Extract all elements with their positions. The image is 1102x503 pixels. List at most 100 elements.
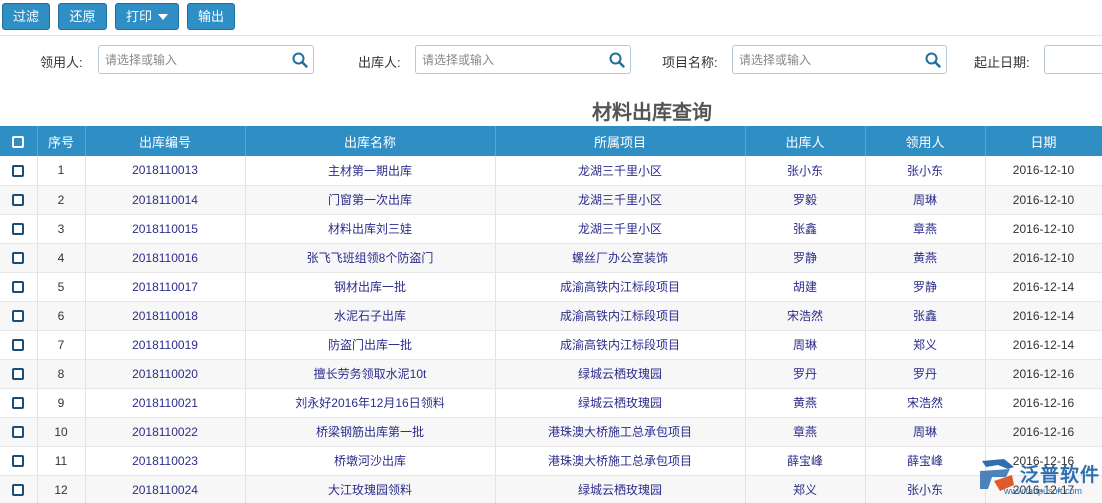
search-icon[interactable] [608, 51, 626, 69]
row-code-link[interactable]: 2018110016 [85, 243, 246, 273]
row-checkbox[interactable] [12, 281, 25, 294]
row-recipient-link[interactable]: 郑义 [865, 330, 986, 360]
row-issuer-link[interactable]: 薛宝峰 [745, 446, 866, 476]
header-name[interactable]: 出库名称 [245, 126, 496, 156]
row-checkbox[interactable] [12, 426, 25, 439]
row-select-cell[interactable] [0, 301, 38, 331]
row-select-cell[interactable] [0, 185, 38, 215]
row-checkbox[interactable] [12, 339, 25, 352]
row-name-link[interactable]: 刘永好2016年12月16日领料 [245, 388, 496, 418]
row-code-link[interactable]: 2018110022 [85, 417, 246, 447]
row-recipient-link[interactable]: 周琳 [865, 417, 986, 447]
table-row[interactable]: 11 2018110023 桥墩河沙出库 港珠澳大桥施工总承包项目 薛宝峰 薛宝峰 2016… [0, 446, 1102, 476]
row-issuer-link[interactable]: 宋浩然 [745, 301, 866, 331]
row-name-link[interactable]: 钢材出库一批 [245, 272, 496, 302]
row-issuer-link[interactable]: 罗丹 [745, 359, 866, 389]
row-checkbox[interactable] [12, 223, 25, 236]
table-row[interactable]: 5 2018110017 钢材出库一批 成渝高铁内江标段项目 胡建 罗静 2016-12-1… [0, 272, 1102, 302]
header-project[interactable]: 所属项目 [495, 126, 746, 156]
reset-button[interactable]: 还原 [58, 3, 107, 30]
project-input[interactable] [739, 50, 919, 69]
row-issuer-link[interactable]: 黄燕 [745, 388, 866, 418]
table-row[interactable]: 1 2018110013 主材第一期出库 龙湖三千里小区 张小东 张小东 2016-12-1… [0, 156, 1102, 186]
row-issuer-link[interactable]: 周琳 [745, 330, 866, 360]
row-code-link[interactable]: 2018110019 [85, 330, 246, 360]
row-name-link[interactable]: 主材第一期出库 [245, 156, 496, 186]
row-name-link[interactable]: 大江玫瑰园领料 [245, 475, 496, 503]
row-recipient-link[interactable]: 张小东 [865, 156, 986, 186]
row-project-link[interactable]: 龙湖三千里小区 [495, 214, 746, 244]
row-code-link[interactable]: 2018110015 [85, 214, 246, 244]
row-project-link[interactable]: 绿城云栖玫瑰园 [495, 475, 746, 503]
row-select-cell[interactable] [0, 446, 38, 476]
row-checkbox[interactable] [12, 165, 25, 178]
row-code-link[interactable]: 2018110024 [85, 475, 246, 503]
row-name-link[interactable]: 门窗第一次出库 [245, 185, 496, 215]
row-recipient-link[interactable]: 张小东 [865, 475, 986, 503]
row-project-link[interactable]: 绿城云栖玫瑰园 [495, 388, 746, 418]
row-project-link[interactable]: 成渝高铁内江标段项目 [495, 301, 746, 331]
row-project-link[interactable]: 龙湖三千里小区 [495, 185, 746, 215]
row-issuer-link[interactable]: 罗毅 [745, 185, 866, 215]
filter-button[interactable]: 过滤 [2, 3, 50, 30]
table-row[interactable]: 7 2018110019 防盗门出库一批 成渝高铁内江标段项目 周琳 郑义 2016-12-… [0, 330, 1102, 360]
recipient-field[interactable] [98, 45, 314, 74]
row-select-cell[interactable] [0, 272, 38, 302]
row-checkbox[interactable] [12, 484, 25, 497]
row-name-link[interactable]: 擅长劳务领取水泥10t [245, 359, 496, 389]
select-all-cell[interactable] [0, 126, 38, 156]
row-checkbox[interactable] [12, 455, 25, 468]
row-checkbox[interactable] [12, 368, 25, 381]
row-name-link[interactable]: 材料出库刘三娃 [245, 214, 496, 244]
row-select-cell[interactable] [0, 243, 38, 273]
row-issuer-link[interactable]: 胡建 [745, 272, 866, 302]
row-project-link[interactable]: 绿城云栖玫瑰园 [495, 359, 746, 389]
row-select-cell[interactable] [0, 330, 38, 360]
row-recipient-link[interactable]: 张鑫 [865, 301, 986, 331]
header-seq[interactable]: 序号 [37, 126, 86, 156]
row-issuer-link[interactable]: 张鑫 [745, 214, 866, 244]
table-row[interactable]: 12 2018110024 大江玫瑰园领料 绿城云栖玫瑰园 郑义 张小东 2016-12-1… [0, 475, 1102, 503]
row-recipient-link[interactable]: 宋浩然 [865, 388, 986, 418]
issuer-field[interactable] [415, 45, 631, 74]
print-button[interactable]: 打印 [115, 3, 179, 30]
row-select-cell[interactable] [0, 475, 38, 503]
row-project-link[interactable]: 龙湖三千里小区 [495, 156, 746, 186]
row-select-cell[interactable] [0, 214, 38, 244]
row-project-link[interactable]: 成渝高铁内江标段项目 [495, 272, 746, 302]
row-code-link[interactable]: 2018110014 [85, 185, 246, 215]
recipient-input[interactable] [105, 50, 285, 69]
project-field[interactable] [732, 45, 947, 74]
row-recipient-link[interactable]: 章燕 [865, 214, 986, 244]
row-name-link[interactable]: 桥梁钢筋出库第一批 [245, 417, 496, 447]
table-row[interactable]: 10 2018110022 桥梁钢筋出库第一批 港珠澳大桥施工总承包项目 章燕 周琳 201… [0, 417, 1102, 447]
export-button[interactable]: 输出 [187, 3, 235, 30]
row-issuer-link[interactable]: 张小东 [745, 156, 866, 186]
row-code-link[interactable]: 2018110018 [85, 301, 246, 331]
table-row[interactable]: 6 2018110018 水泥石子出库 成渝高铁内江标段项目 宋浩然 张鑫 2016-12-… [0, 301, 1102, 331]
row-recipient-link[interactable]: 罗丹 [865, 359, 986, 389]
table-row[interactable]: 8 2018110020 擅长劳务领取水泥10t 绿城云栖玫瑰园 罗丹 罗丹 2016-12… [0, 359, 1102, 389]
select-all-checkbox[interactable] [12, 136, 25, 149]
header-date[interactable]: 日期 [985, 126, 1102, 156]
search-icon[interactable] [924, 51, 942, 69]
table-row[interactable]: 3 2018110015 材料出库刘三娃 龙湖三千里小区 张鑫 章燕 2016-12-10 [0, 214, 1102, 244]
row-select-cell[interactable] [0, 388, 38, 418]
row-code-link[interactable]: 2018110017 [85, 272, 246, 302]
row-code-link[interactable]: 2018110013 [85, 156, 246, 186]
row-recipient-link[interactable]: 周琳 [865, 185, 986, 215]
row-code-link[interactable]: 2018110021 [85, 388, 246, 418]
table-row[interactable]: 9 2018110021 刘永好2016年12月16日领料 绿城云栖玫瑰园 黄燕 宋浩然 2… [0, 388, 1102, 418]
row-project-link[interactable]: 螺丝厂办公室装饰 [495, 243, 746, 273]
header-code[interactable]: 出库编号 [85, 126, 246, 156]
header-recipient[interactable]: 领用人 [865, 126, 986, 156]
row-checkbox[interactable] [12, 310, 25, 323]
table-row[interactable]: 2 2018110014 门窗第一次出库 龙湖三千里小区 罗毅 周琳 2016-12-10 [0, 185, 1102, 215]
row-recipient-link[interactable]: 罗静 [865, 272, 986, 302]
row-name-link[interactable]: 张飞飞班组领8个防盗门 [245, 243, 496, 273]
search-icon[interactable] [291, 51, 309, 69]
table-row[interactable]: 4 2018110016 张飞飞班组领8个防盗门 螺丝厂办公室装饰 罗静 黄燕 2016-1… [0, 243, 1102, 273]
row-code-link[interactable]: 2018110020 [85, 359, 246, 389]
issuer-input[interactable] [422, 50, 602, 69]
row-project-link[interactable]: 港珠澳大桥施工总承包项目 [495, 417, 746, 447]
